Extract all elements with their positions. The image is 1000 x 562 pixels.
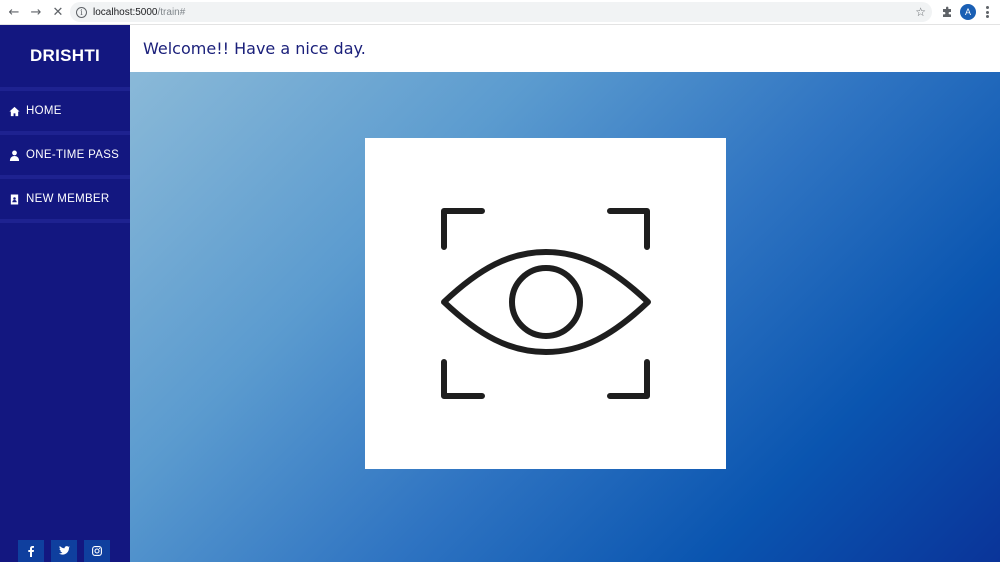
address-book-icon	[10, 193, 19, 205]
profile-avatar[interactable]: A	[960, 4, 976, 20]
address-bar[interactable]: i localhost:5000/train# ☆	[70, 2, 932, 22]
facebook-icon[interactable]	[18, 540, 44, 562]
main-content	[130, 72, 1000, 562]
face-scan-card	[365, 138, 726, 469]
eye-scan-icon	[441, 208, 651, 399]
extensions-icon[interactable]	[941, 6, 953, 18]
twitter-icon[interactable]	[51, 540, 77, 562]
sidebar: DRISHTI HOME ONE-TIME PASS NEW MEMBER	[0, 25, 130, 562]
stop-loading-icon[interactable]: ✕	[48, 2, 68, 22]
sidebar-item-label: HOME	[26, 105, 62, 117]
browser-menu-icon[interactable]	[984, 5, 990, 19]
brand-title[interactable]: DRISHTI	[0, 25, 130, 87]
forward-icon[interactable]: →	[26, 2, 46, 22]
sidebar-item-label: ONE-TIME PASS	[26, 149, 120, 161]
sidebar-item-new-member[interactable]: NEW MEMBER	[0, 179, 130, 223]
url-text: localhost:5000/train#	[93, 7, 185, 18]
sidebar-item-label: NEW MEMBER	[26, 193, 110, 205]
url-host: localhost:5000	[93, 6, 158, 18]
sidebar-nav: HOME ONE-TIME PASS NEW MEMBER	[0, 87, 130, 223]
url-path: /train#	[157, 6, 186, 18]
bookmark-star-icon[interactable]: ☆	[915, 5, 926, 19]
sidebar-item-home[interactable]: HOME	[0, 91, 130, 135]
sidebar-item-one-time-pass[interactable]: ONE-TIME PASS	[0, 135, 130, 179]
browser-toolbar: ← → ✕ i localhost:5000/train# ☆ A	[0, 0, 1000, 25]
social-links	[18, 540, 110, 562]
home-icon	[9, 106, 20, 116]
instagram-icon[interactable]	[84, 540, 110, 562]
user-icon	[9, 150, 20, 161]
info-icon[interactable]: i	[76, 6, 87, 18]
welcome-message: Welcome!! Have a nice day.	[143, 39, 366, 58]
page-header: Welcome!! Have a nice day.	[130, 25, 1000, 72]
back-icon[interactable]: ←	[4, 2, 24, 22]
